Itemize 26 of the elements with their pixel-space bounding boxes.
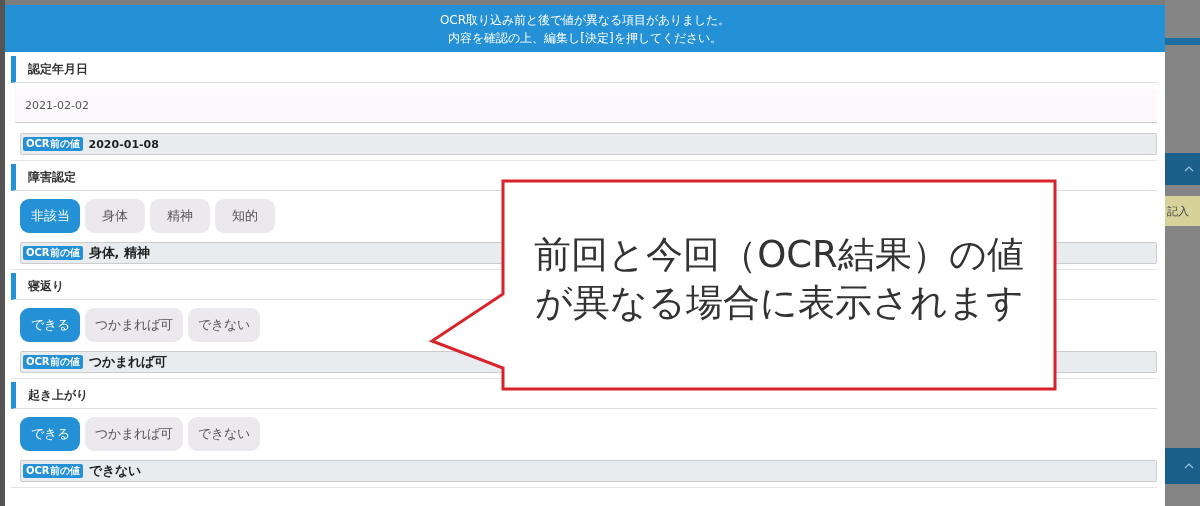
option-button[interactable]: できる	[20, 417, 80, 451]
option-button[interactable]: つかまれば可	[85, 308, 183, 342]
ocr-value: 身体, 精神	[88, 244, 150, 262]
option-button[interactable]: できない	[188, 417, 260, 451]
ocr-badge: OCR前の値	[23, 246, 83, 260]
chevron-up-icon[interactable]	[1184, 463, 1194, 469]
dialog-message: OCR取り込み前と後で値が異なる項目がありました。	[439, 11, 731, 29]
section-title: 認定年月日	[11, 56, 1157, 83]
ocr-value: できない	[88, 462, 141, 480]
fill-in-button[interactable]: 記入	[1165, 196, 1200, 226]
ocr-badge: OCR前の値	[23, 137, 83, 151]
option-button[interactable]: できない	[188, 308, 260, 342]
date-input[interactable]: 2021-02-02	[15, 89, 1157, 123]
dialog-message: 内容を確認の上、編集し[決定]を押してください。	[448, 29, 722, 47]
option-button[interactable]: 身体	[85, 199, 145, 233]
chevron-up-icon[interactable]	[1184, 166, 1194, 172]
ocr-badge: OCR前の値	[23, 464, 83, 478]
option-button[interactable]: できる	[20, 308, 80, 342]
option-button[interactable]: 知的	[215, 199, 275, 233]
option-button[interactable]: つかまれば可	[85, 417, 183, 451]
header-bar	[1165, 38, 1200, 45]
ocr-badge: OCR前の値	[23, 355, 83, 369]
ocr-value: 2020-01-08	[88, 137, 159, 151]
ocr-value: つかまれば可	[88, 353, 167, 371]
option-button[interactable]: 精神	[150, 199, 210, 233]
option-button[interactable]: 非該当	[20, 199, 80, 233]
